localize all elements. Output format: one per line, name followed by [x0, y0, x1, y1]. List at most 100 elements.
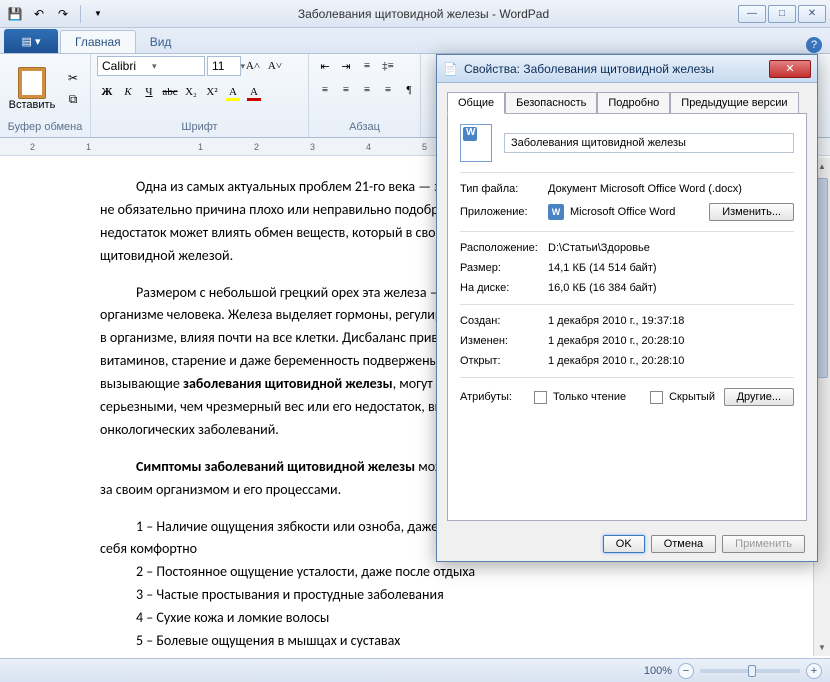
- hidden-checkbox[interactable]: [650, 391, 663, 404]
- apply-button[interactable]: Применить: [722, 535, 805, 553]
- label-accessed: Открыт:: [460, 355, 548, 367]
- group-label-font: Шрифт: [97, 121, 302, 135]
- ok-button[interactable]: OK: [603, 535, 645, 553]
- list-item: 6 – Хриплый голос: [100, 655, 660, 656]
- group-label-clipboard: Буфер обмена: [6, 121, 84, 135]
- label-created: Создан:: [460, 315, 548, 327]
- redo-icon[interactable]: ↷: [52, 3, 74, 25]
- window-title: Заболевания щитовидной железы - WordPad: [109, 7, 738, 21]
- group-clipboard: Вставить ✂ ⧉ Буфер обмена: [0, 54, 91, 137]
- dialog-panel: Заболевания щитовидной железы Тип файла:…: [447, 113, 807, 521]
- list-item: 4 – Сухие кожа и ломкие волосы: [100, 609, 660, 628]
- label-size-on-disk: На диске:: [460, 282, 548, 294]
- shrink-font-button[interactable]: A˅: [265, 56, 285, 76]
- filename-input[interactable]: Заболевания щитовидной железы: [504, 133, 794, 153]
- ribbon-tabs: ▤ ▾ Главная Вид ?: [0, 28, 830, 54]
- font-color-button[interactable]: A: [244, 82, 264, 102]
- app-menu-button[interactable]: ▤ ▾: [4, 29, 58, 53]
- label-readonly: Только чтение: [553, 391, 626, 403]
- bold-button[interactable]: Ж: [97, 82, 117, 102]
- close-button[interactable]: ✕: [798, 5, 826, 23]
- label-attributes: Атрибуты:: [460, 391, 528, 403]
- label-location: Расположение:: [460, 242, 548, 254]
- zoom-in-button[interactable]: +: [806, 663, 822, 679]
- align-center-button[interactable]: ≡: [336, 80, 356, 100]
- cancel-button[interactable]: Отмена: [651, 535, 716, 553]
- titlebar: 💾 ↶ ↷ ▼ Заболевания щитовидной железы - …: [0, 0, 830, 28]
- word-icon: W: [548, 204, 564, 220]
- zoom-knob[interactable]: [748, 665, 756, 677]
- value-modified: 1 декабря 2010 г., 20:28:10: [548, 335, 794, 347]
- subscript-button[interactable]: X₂: [181, 82, 201, 102]
- label-modified: Изменен:: [460, 335, 548, 347]
- label-size: Размер:: [460, 262, 548, 274]
- save-icon[interactable]: 💾: [4, 3, 26, 25]
- paragraph-dialog-button[interactable]: ¶: [399, 80, 419, 100]
- cut-icon[interactable]: ✂: [62, 68, 84, 88]
- tab-view[interactable]: Вид: [136, 31, 186, 53]
- italic-button[interactable]: К: [118, 82, 138, 102]
- minimize-button[interactable]: —: [738, 5, 766, 23]
- change-app-button[interactable]: Изменить...: [709, 203, 794, 221]
- tab-security[interactable]: Безопасность: [505, 92, 597, 114]
- highlight-button[interactable]: A: [223, 82, 243, 102]
- list-item: 2 – Постоянное ощущение усталости, даже …: [100, 563, 660, 582]
- tab-general[interactable]: Общие: [447, 92, 505, 114]
- tab-details[interactable]: Подробно: [597, 92, 670, 114]
- indent-decrease-button[interactable]: ⇤: [315, 56, 335, 76]
- line-spacing-button[interactable]: ‡≡: [378, 56, 398, 76]
- readonly-checkbox[interactable]: [534, 391, 547, 404]
- dialog-close-button[interactable]: ✕: [769, 60, 811, 78]
- dialog-tabs: Общие Безопасность Подробно Предыдущие в…: [447, 91, 807, 113]
- statusbar: 100% − +: [0, 658, 830, 682]
- tab-home[interactable]: Главная: [60, 30, 136, 53]
- zoom-level: 100%: [644, 665, 672, 677]
- clipboard-icon: [18, 67, 46, 99]
- qat-dropdown-icon[interactable]: ▼: [87, 3, 109, 25]
- group-font: Calibri 11 A˄ A˅ Ж К Ч abc X₂ X² A A Шри…: [91, 54, 309, 137]
- strikethrough-button[interactable]: abc: [160, 82, 180, 102]
- group-paragraph: ⇤ ⇥ ≡ ‡≡ ≡ ≡ ≡ ≡ ¶ Абзац: [309, 54, 421, 137]
- value-created: 1 декабря 2010 г., 19:37:18: [548, 315, 794, 327]
- grow-font-button[interactable]: A˄: [243, 56, 263, 76]
- underline-button[interactable]: Ч: [139, 82, 159, 102]
- advanced-attributes-button[interactable]: Другие...: [724, 388, 794, 406]
- dialog-footer: OK Отмена Применить: [603, 535, 805, 553]
- align-left-button[interactable]: ≡: [315, 80, 335, 100]
- dialog-titlebar[interactable]: 📄 Свойства: Заболевания щитовидной желез…: [437, 55, 817, 83]
- zoom-slider[interactable]: [700, 669, 800, 673]
- help-icon[interactable]: ?: [806, 37, 822, 53]
- value-app: Microsoft Office Word: [570, 206, 675, 218]
- list-button[interactable]: ≡: [357, 56, 377, 76]
- indent-increase-button[interactable]: ⇥: [336, 56, 356, 76]
- docx-file-icon: [460, 124, 492, 162]
- font-name-combo[interactable]: Calibri: [97, 56, 205, 76]
- list-item: 3 – Частые простывания и простудные забо…: [100, 586, 660, 605]
- dialog-title: Свойства: Заболевания щитовидной железы: [464, 62, 763, 76]
- align-justify-button[interactable]: ≡: [378, 80, 398, 100]
- copy-icon[interactable]: ⧉: [62, 90, 84, 110]
- undo-icon[interactable]: ↶: [28, 3, 50, 25]
- properties-dialog: 📄 Свойства: Заболевания щитовидной желез…: [436, 54, 818, 562]
- label-filetype: Тип файла:: [460, 183, 548, 195]
- dialog-icon: 📄: [443, 62, 458, 76]
- paste-label: Вставить: [9, 99, 56, 111]
- value-size: 14,1 КБ (14 514 байт): [548, 262, 794, 274]
- value-location: D:\Статьи\Здоровье: [548, 242, 794, 254]
- paste-button[interactable]: Вставить: [6, 58, 58, 120]
- label-hidden: Скрытый: [669, 391, 715, 403]
- group-label-paragraph: Абзац: [315, 121, 414, 135]
- zoom-out-button[interactable]: −: [678, 663, 694, 679]
- scroll-down-icon[interactable]: ▼: [814, 639, 830, 656]
- value-size-on-disk: 16,0 КБ (16 384 байт): [548, 282, 794, 294]
- align-right-button[interactable]: ≡: [357, 80, 377, 100]
- value-filetype: Документ Microsoft Office Word (.docx): [548, 183, 794, 195]
- label-app: Приложение:: [460, 206, 548, 218]
- font-size-combo[interactable]: 11: [207, 56, 241, 76]
- maximize-button[interactable]: □: [768, 5, 796, 23]
- superscript-button[interactable]: X²: [202, 82, 222, 102]
- window-controls: — □ ✕: [738, 5, 826, 23]
- tab-previous-versions[interactable]: Предыдущие версии: [670, 92, 798, 114]
- separator: [80, 5, 81, 23]
- value-accessed: 1 декабря 2010 г., 20:28:10: [548, 355, 794, 367]
